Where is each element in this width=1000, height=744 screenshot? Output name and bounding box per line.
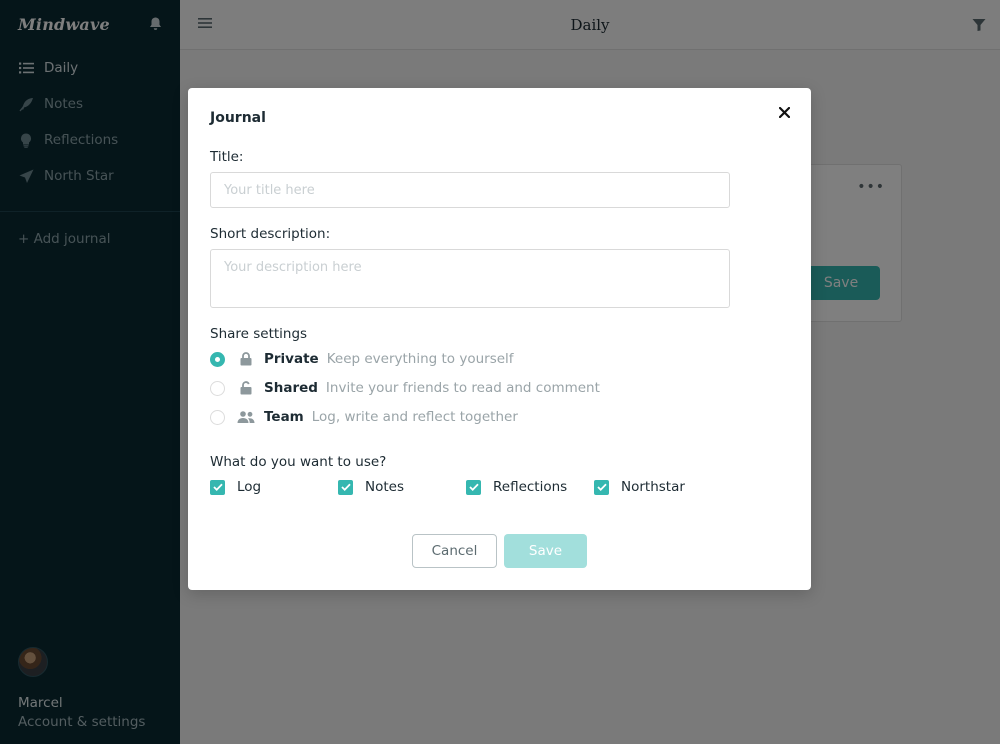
users-icon (237, 409, 255, 425)
share-option-shared[interactable]: Shared Invite your friends to read and c… (210, 378, 600, 398)
save-button[interactable]: Save (504, 534, 587, 568)
feature-option-reflections[interactable]: Reflections (466, 479, 594, 495)
feature-option-northstar[interactable]: Northstar (594, 479, 722, 495)
share-option-description: Invite your friends to read and comment (325, 380, 600, 396)
journal-modal: Journal Title: Short description: Share … (188, 88, 811, 590)
share-option-private[interactable]: Private Keep everything to yourself (210, 349, 514, 369)
checkbox-reflections[interactable] (466, 479, 481, 495)
radio-shared[interactable] (210, 380, 225, 396)
feature-label: Notes (365, 479, 404, 495)
features-heading: What do you want to use? (210, 454, 387, 470)
share-option-description: Keep everything to yourself (326, 351, 514, 367)
share-option-description: Log, write and reflect together (311, 409, 518, 425)
radio-team[interactable] (210, 409, 225, 425)
modal-title: Journal (210, 110, 266, 126)
check-icon (468, 483, 479, 491)
checkbox-notes[interactable] (338, 479, 353, 495)
feature-label: Log (237, 479, 262, 495)
radio-private[interactable] (210, 351, 225, 367)
check-icon (596, 483, 607, 491)
share-option-team[interactable]: Team Log, write and reflect together (210, 407, 518, 427)
feature-label: Reflections (493, 479, 568, 495)
check-icon (212, 483, 223, 491)
share-option-name: Team (264, 409, 304, 425)
share-settings-heading: Share settings (210, 326, 308, 342)
close-icon[interactable] (777, 105, 791, 119)
title-input[interactable] (210, 172, 730, 208)
features-checkbox-group: Log Notes Reflections Northstar (210, 479, 722, 495)
feature-option-log[interactable]: Log (210, 479, 338, 495)
check-icon (340, 483, 351, 491)
checkbox-log[interactable] (210, 479, 225, 495)
feature-label: Northstar (621, 479, 685, 495)
feature-option-notes[interactable]: Notes (338, 479, 466, 495)
checkbox-northstar[interactable] (594, 479, 609, 495)
cancel-button[interactable]: Cancel (412, 534, 497, 568)
lock-open-icon (237, 380, 255, 396)
share-option-name: Private (264, 351, 319, 367)
share-option-name: Shared (264, 380, 318, 396)
title-label: Title: (210, 149, 244, 165)
lock-icon (237, 351, 255, 367)
description-label: Short description: (210, 226, 331, 242)
description-input[interactable] (210, 249, 730, 308)
